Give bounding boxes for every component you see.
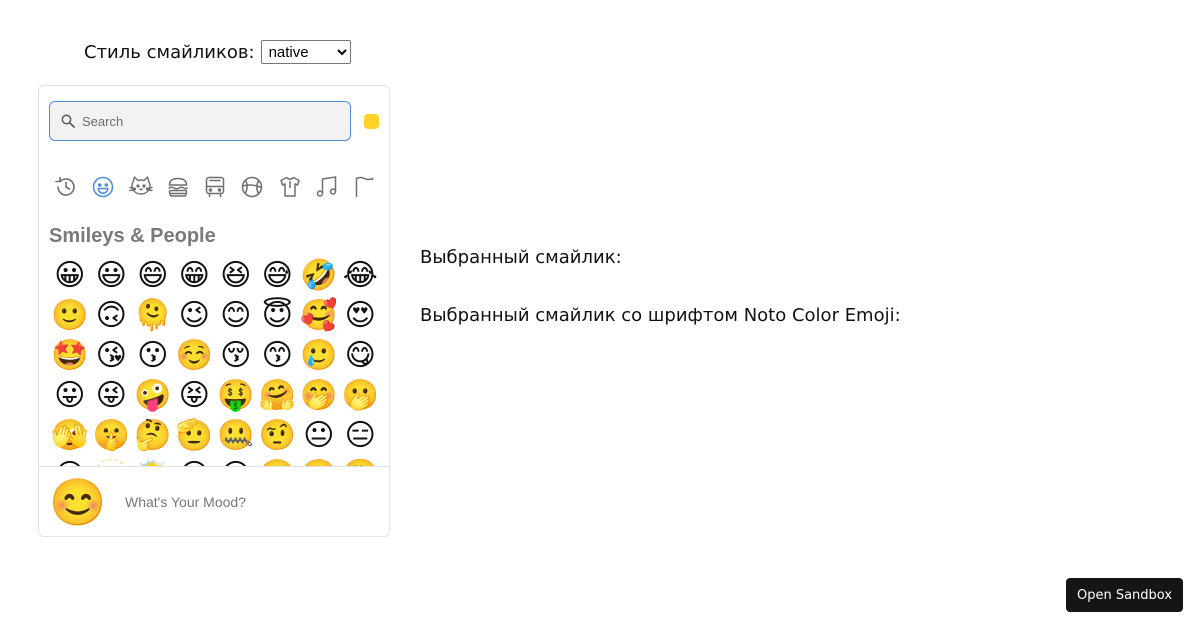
emoji-button[interactable]: 😚 — [215, 336, 257, 376]
emoji-list[interactable]: 😀 😃 😄 😁 😆 😅 🤣 😂 🙂 🙃 🫠 😉 😊 😇 🥰 😍 🤩 😘 😗 ☺️ 😚 😙 🥲 😋 😛 😜 🤪 😝 🤑 🤗 🤭 🫢 🫣 🤫 🤔 🫡 🤐 🤨 😐… — [39, 256, 389, 467]
emoji-button[interactable]: 🤪 — [132, 376, 174, 416]
category-symbols[interactable] — [310, 170, 344, 204]
emoji-button[interactable]: 🥲 — [298, 336, 340, 376]
search-icon — [61, 114, 75, 128]
emoji-button[interactable]: 😒 — [215, 456, 257, 467]
preview-emoji: 😊 — [49, 476, 107, 528]
emoji-style-row: Стиль смайликов: native — [84, 38, 351, 66]
emoji-button[interactable]: 😜 — [91, 376, 133, 416]
preview-bar: 😊 What's Your Mood? — [39, 466, 389, 536]
category-title: Smileys & People — [49, 225, 216, 247]
emoji-button[interactable]: 😁 — [174, 256, 216, 296]
flag-icon — [355, 176, 374, 197]
emoji-button[interactable]: 🙃 — [91, 296, 133, 336]
emoji-button[interactable]: 😗 — [132, 336, 174, 376]
emoji-button[interactable]: 🤣 — [298, 256, 340, 296]
emoji-button[interactable]: 🤨 — [257, 416, 299, 456]
emoji-style-label: Стиль смайликов: — [84, 41, 255, 63]
preview-text: What's Your Mood? — [125, 494, 246, 510]
emoji-button[interactable]: 😶 — [49, 456, 91, 467]
emoji-button[interactable]: 🫥 — [91, 456, 133, 467]
ball-icon — [242, 176, 263, 198]
bus-icon — [205, 176, 225, 198]
emoji-button[interactable]: 🤐 — [215, 416, 257, 456]
emoji-button[interactable]: 🤩 — [49, 336, 91, 376]
search-box[interactable] — [49, 101, 351, 141]
emoji-button[interactable]: 🙂 — [49, 296, 91, 336]
category-activities[interactable] — [235, 170, 269, 204]
music-note-icon — [316, 176, 336, 197]
emoji-button[interactable]: 😏 — [174, 456, 216, 467]
emoji-button[interactable]: 😑 — [340, 416, 382, 456]
emoji-picker: Smileys & People 😀😃😄😁😆😅🤣😂🙂🙃🫠😉😊😇🥰😍🤩😘😗☺️😚😙… — [38, 85, 390, 537]
emoji-button[interactable]: 😇 — [257, 296, 299, 336]
emoji-button[interactable]: 🤗 — [257, 376, 299, 416]
category-nav — [49, 170, 381, 204]
emoji-button[interactable]: 🤫 — [91, 416, 133, 456]
emoji-style-select[interactable]: native — [260, 40, 351, 64]
category-food-drink[interactable] — [161, 170, 195, 204]
category-objects[interactable] — [273, 170, 307, 204]
emoji-button[interactable]: 😘 — [91, 336, 133, 376]
selected-emoji-noto-label: Выбранный смайлик со шрифтом Noto Color … — [420, 305, 901, 326]
emoji-button[interactable]: 🤔 — [132, 416, 174, 456]
emoji-button[interactable]: ☺️ — [174, 336, 216, 376]
emoji-button[interactable]: 🤑 — [215, 376, 257, 416]
emoji-button[interactable]: 😬 — [298, 456, 340, 467]
category-travel-places[interactable] — [198, 170, 232, 204]
emoji-button[interactable]: 😙 — [257, 336, 299, 376]
emoji-button[interactable]: 🫡 — [174, 416, 216, 456]
selected-emoji-label: Выбранный смайлик: — [420, 247, 622, 268]
emoji-button[interactable]: 😋 — [340, 336, 382, 376]
emoji-button[interactable]: 🫢 — [340, 376, 382, 416]
clock-history-icon — [55, 176, 75, 196]
search-input[interactable] — [80, 112, 320, 130]
category-smileys-people[interactable] — [86, 170, 120, 204]
emoji-button[interactable]: 😝 — [174, 376, 216, 416]
category-animals-nature[interactable] — [124, 170, 158, 204]
emoji-button[interactable]: 😄 — [132, 256, 174, 296]
emoji-button[interactable]: 😃 — [91, 256, 133, 296]
shirt-icon — [279, 176, 300, 197]
emoji-button[interactable]: 😊 — [215, 296, 257, 336]
category-flags[interactable] — [347, 170, 381, 204]
emoji-button[interactable]: 🤭 — [298, 376, 340, 416]
emoji-button[interactable]: 🥰 — [298, 296, 340, 336]
emoji-button[interactable]: 😶‍🌫️ — [132, 456, 174, 467]
emoji-button[interactable]: 😅 — [257, 256, 299, 296]
emoji-button[interactable]: 🫠 — [132, 296, 174, 336]
emoji-grid: 😀 😃 😄 😁 😆 😅 🤣 😂 🙂 🙃 🫠 😉 😊 😇 🥰 😍 🤩 😘 😗 ☺️ 😚 😙 🥲 😋 😛 😜 🤪 😝 🤑 🤗 🤭 🫢 🫣 🤫 🤔 🫡 🤐 🤨 😐… — [49, 256, 382, 467]
burger-icon — [168, 177, 188, 197]
emoji-button[interactable]: 🫣 — [49, 416, 91, 456]
emoji-button[interactable]: 😐 — [298, 416, 340, 456]
open-sandbox-button[interactable]: Open Sandbox — [1066, 578, 1183, 612]
emoji-button[interactable]: 😛 — [49, 376, 91, 416]
smiley-icon — [92, 176, 114, 198]
emoji-button[interactable]: 😉 — [174, 296, 216, 336]
emoji-button[interactable]: 😂 — [340, 256, 382, 296]
emoji-button[interactable]: 😀 — [49, 256, 91, 296]
emoji-button[interactable]: 😮‍💨 — [340, 456, 382, 467]
emoji-button[interactable]: 😍 — [340, 296, 382, 336]
cat-icon — [128, 176, 153, 195]
emoji-button[interactable]: 🙄 — [257, 456, 299, 467]
skin-tone-picker[interactable] — [364, 114, 379, 129]
category-frequently-used[interactable] — [49, 170, 83, 204]
emoji-button[interactable]: 😆 — [215, 256, 257, 296]
